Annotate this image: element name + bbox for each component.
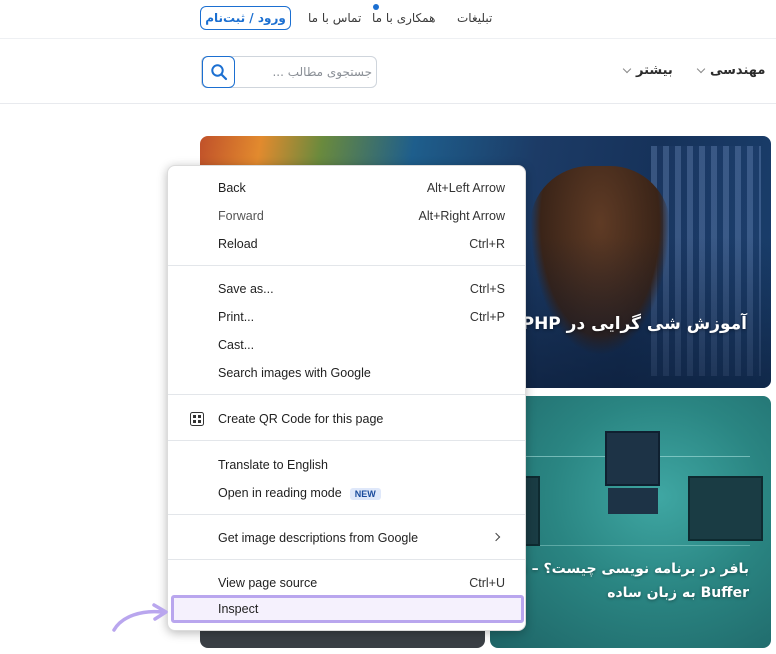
- chevron-down-icon: [696, 64, 706, 73]
- menu-item-inspect[interactable]: Inspect: [171, 595, 524, 623]
- menu-item-shortcut: Ctrl+R: [469, 237, 505, 251]
- menu-item-image-descriptions[interactable]: Get image descriptions from Google: [168, 525, 525, 551]
- menu-item-shortcut: Alt+Left Arrow: [426, 181, 505, 195]
- menu-item-shortcut: Ctrl+U: [469, 576, 505, 590]
- menu-item-cast[interactable]: Cast...: [168, 332, 525, 358]
- menu-separator: [168, 514, 525, 515]
- menu-item-label: Reload: [218, 237, 258, 251]
- search-input[interactable]: [242, 57, 372, 87]
- nav-item-engineering-label: مهندسی: [710, 63, 766, 78]
- menu-item-label: Save as...: [218, 282, 274, 296]
- article-title-line2[interactable]: Buffer به زبان ساده: [607, 585, 749, 601]
- new-badge: NEW: [349, 487, 381, 500]
- menu-item-shortcut: Alt+Right Arrow: [418, 209, 506, 223]
- menu-item-back[interactable]: Back Alt+Left Arrow: [168, 175, 525, 201]
- menu-separator: [168, 440, 525, 441]
- nav-item-more[interactable]: بیشتر: [622, 63, 673, 78]
- menu-item-label: Cast...: [218, 338, 255, 352]
- menu-item-label: Search images with Google: [218, 366, 371, 380]
- menu-item-label-wrap: Open in reading mode NEW: [218, 486, 381, 500]
- menu-separator: [168, 265, 525, 266]
- topnav-link-collaborate[interactable]: همکاری با ما: [372, 11, 435, 25]
- menu-item-label: Open in reading mode: [218, 486, 342, 500]
- menu-item-label: Get image descriptions from Google: [218, 531, 419, 545]
- menu-item-save-as[interactable]: Save as... Ctrl+S: [168, 276, 525, 302]
- menu-item-search-images[interactable]: Search images with Google: [168, 360, 525, 386]
- menu-item-label: Inspect: [218, 602, 259, 616]
- search-box: [201, 56, 377, 88]
- chevron-right-icon: [491, 532, 501, 542]
- menu-separator: [168, 559, 525, 560]
- notification-dot: [373, 4, 379, 10]
- menu-item-shortcut: Ctrl+S: [469, 282, 505, 296]
- login-register-button[interactable]: ورود / ثبت‌نام: [200, 6, 291, 30]
- pointer-arrow-icon: [112, 603, 168, 632]
- menu-item-view-source[interactable]: View page source Ctrl+U: [168, 570, 525, 596]
- menu-separator: [168, 394, 525, 395]
- topnav-link-contact[interactable]: تماس با ما: [308, 11, 361, 25]
- chip-base-image: [608, 488, 658, 514]
- menu-item-label: Create QR Code for this page: [218, 412, 384, 426]
- menu-item-label: View page source: [218, 576, 318, 590]
- menu-item-reading-mode[interactable]: Open in reading mode NEW: [168, 480, 525, 506]
- monitor-right-image: [688, 476, 763, 541]
- top-bar: ورود / ثبت‌نام تماس با ما همکاری با ما ت…: [0, 0, 776, 38]
- menu-item-label: Forward: [218, 209, 264, 223]
- article-title[interactable]: آموزش شی گرایی در PHP به: [499, 314, 747, 334]
- qr-code-icon: [190, 412, 204, 426]
- menu-item-create-qr[interactable]: Create QR Code for this page: [168, 406, 525, 432]
- site-header: بیشتر مهندسی: [0, 38, 776, 104]
- search-button[interactable]: [202, 56, 235, 88]
- context-menu: Back Alt+Left Arrow Forward Alt+Right Ar…: [167, 165, 526, 631]
- nav-item-more-label: بیشتر: [636, 63, 673, 78]
- menu-item-forward[interactable]: Forward Alt+Right Arrow: [168, 203, 525, 229]
- menu-item-label: Back: [218, 181, 246, 195]
- menu-item-print[interactable]: Print... Ctrl+P: [168, 304, 525, 330]
- menu-item-label: Print...: [218, 310, 255, 324]
- chip-image: [605, 431, 660, 486]
- menu-item-translate[interactable]: Translate to English: [168, 452, 525, 478]
- article-card-buffer[interactable]: بافر در برنامه نویسی چیست؟ – توضی Buffer…: [490, 396, 771, 648]
- nav-item-engineering[interactable]: مهندسی: [696, 63, 766, 78]
- chevron-down-icon: [622, 64, 632, 73]
- menu-item-label: Translate to English: [218, 458, 329, 472]
- search-icon: [210, 64, 227, 81]
- menu-item-reload[interactable]: Reload Ctrl+R: [168, 231, 525, 257]
- topnav-link-ads[interactable]: تبلیغات: [457, 11, 492, 25]
- menu-item-shortcut: Ctrl+P: [469, 310, 505, 324]
- article-title-line1[interactable]: بافر در برنامه نویسی چیست؟ – توضی: [490, 561, 749, 577]
